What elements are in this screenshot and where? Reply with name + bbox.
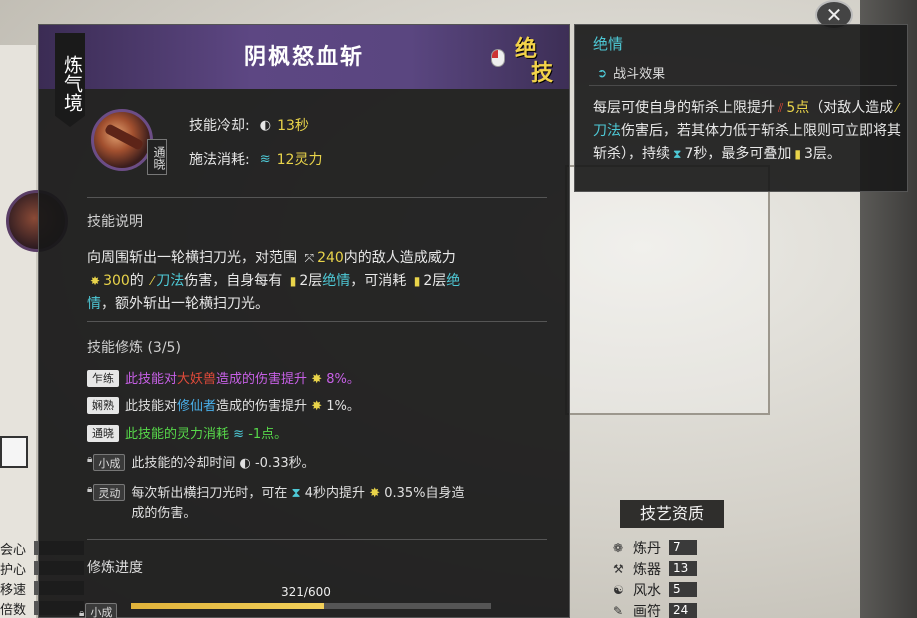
progress-bar: [131, 603, 491, 609]
mod-badge: 灵动: [93, 484, 126, 501]
effect-tooltip: 绝情 ➲ 战斗效果 每层可使自身的斩杀上限提升 ⫽ 5点（对敌人造成 ⁄刀法伤害后，若其…: [574, 24, 908, 192]
tooltip-header: 阴枫怒血斩 绝 技: [39, 25, 569, 89]
effect-description: 每层可使自身的斩杀上限提升 ⫽ 5点（对敌人造成 ⁄刀法伤害后，若其体力低于斩杀上限则…: [593, 100, 901, 162]
progress-heading: 修炼进度: [87, 560, 143, 576]
blade-icon: ⁄: [896, 101, 899, 115]
list-item: ⚒ 炼器 13: [613, 558, 733, 579]
divider: [589, 85, 897, 86]
list-item: ☯ 风水 5: [613, 579, 733, 600]
cultivation-mod: 🔒︎ 灵动 每次斩出横扫刀光时，可在 ⧗ 4秒内提升 ✸ 0.35%自身造 成的伤…: [87, 484, 465, 521]
cost-row: 施法消耗: ≋ 12灵力: [189, 151, 323, 169]
lock-icon: 🔒︎: [79, 608, 85, 618]
cultivation-mod: 🔒︎ 小成 此技能的冷却时间 ◐ -0.33秒。: [87, 454, 315, 471]
swirl-icon: ➲: [597, 65, 608, 80]
clock-icon: ◐: [259, 117, 272, 133]
skill-tooltip: 阴枫怒血斩 绝 技 炼气境 通晓 技能冷却: ◐ 13秒 施法消耗: ≋ 12灵…: [38, 24, 570, 618]
hourglass-icon: ⧗: [673, 147, 682, 161]
power-icon: ✸: [369, 486, 381, 501]
divider: [87, 321, 547, 322]
mod-badge: 乍练: [87, 370, 119, 387]
clock-icon: ◐: [239, 456, 251, 471]
scroll-icon: ▮: [794, 147, 801, 161]
lock-icon: 🔒︎: [87, 484, 93, 495]
mouse-icon: [491, 49, 505, 67]
effect-subtitle: ➲ 战斗效果: [597, 65, 666, 83]
realm-tag: 炼气境: [55, 33, 85, 127]
skill-description: 向周围斩出一轮横扫刀光，对范围 ⤧ 240内的敌人造成威力 ✸ 300的 ⁄ 刀法伤害…: [87, 250, 461, 312]
cultivation-mod: 通晓 此技能的灵力消耗 ≋ -1点。: [87, 425, 287, 445]
list-item: ✎ 画符 24: [613, 600, 733, 618]
spirit-icon: ≋: [259, 151, 271, 167]
hammer-icon: ⚒: [613, 561, 624, 576]
divider: [87, 197, 547, 198]
execute-icon: ⫽: [778, 101, 784, 115]
left-panel: [0, 45, 36, 618]
progress-badge: 🔒︎ 小成: [79, 601, 123, 618]
scroll-icon: ▮: [289, 274, 297, 288]
blade-icon: ⁄: [151, 274, 154, 288]
lock-icon: 🔒︎: [87, 454, 93, 465]
skill-name: 阴枫怒血斩: [243, 44, 364, 70]
cultivation-mod: 娴熟 此技能对修仙者造成的伤害提升 ✸ 1%。: [87, 397, 360, 417]
scroll-icon: ▮: [413, 274, 421, 288]
left-box[interactable]: [0, 436, 28, 468]
list-item: ❁ 炼丹 7: [613, 537, 733, 558]
hourglass-icon: ⧗: [291, 486, 301, 501]
divider: [87, 539, 547, 540]
compass-icon: ☯: [613, 582, 624, 597]
cooldown-row: 技能冷却: ◐ 13秒: [189, 117, 309, 135]
power-icon: ✸: [311, 399, 323, 414]
range-icon: ⤧: [304, 251, 315, 265]
power-icon: ✸: [90, 274, 101, 288]
mod-badge: 娴熟: [87, 397, 119, 414]
progress-fill: [131, 603, 324, 609]
cultivation-heading: 技能修炼 (3/5): [87, 340, 181, 356]
mod-badge: 小成: [93, 454, 126, 471]
blade-slash-icon: [91, 109, 153, 171]
mod-badge: 通晓: [87, 425, 119, 442]
background-frame: [565, 165, 770, 415]
craft-aptitude-list: ❁ 炼丹 7 ⚒ 炼器 13 ☯ 风水 5 ✎ 画符 24: [613, 537, 733, 618]
craft-aptitude-title: 技艺资质: [620, 500, 724, 528]
cultivation-mod: 乍练 此技能对大妖兽造成的伤害提升 ✸ 8%。: [87, 370, 360, 390]
power-icon: ✸: [311, 372, 323, 387]
effect-title: 绝情: [593, 35, 624, 53]
skill-type-tag: 绝 技: [515, 36, 554, 86]
progress-value: 321/600: [281, 585, 331, 599]
mastery-badge: 通晓: [147, 139, 167, 175]
talisman-icon: ✎: [613, 603, 624, 618]
description-heading: 技能说明: [87, 214, 143, 230]
pill-icon: ❁: [613, 540, 624, 555]
spirit-icon: ≋: [233, 427, 245, 442]
